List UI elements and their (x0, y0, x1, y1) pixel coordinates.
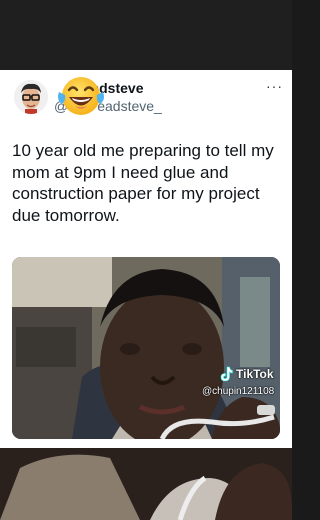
laughing-crying-emoji-icon (57, 74, 105, 118)
tweet-media-video[interactable] (12, 257, 280, 439)
tiktok-watermark: TikTok (219, 366, 274, 382)
video-frame (12, 257, 280, 439)
top-background (0, 0, 292, 70)
tiktok-app-name: TikTok (236, 367, 274, 381)
avatar-illustration (14, 80, 48, 114)
bottom-video-continuation (0, 448, 292, 520)
more-options-button[interactable]: ··· (266, 78, 283, 94)
tiktok-logo-icon (220, 366, 233, 382)
tweet-text: 10 year old me preparing to tell my mom … (12, 141, 274, 225)
tiktok-handle: @chupin121108 (202, 386, 275, 397)
avatar[interactable] (14, 80, 48, 114)
author-handle-text: eadsteve_ (97, 98, 162, 114)
video-continuation-frame (0, 448, 292, 520)
